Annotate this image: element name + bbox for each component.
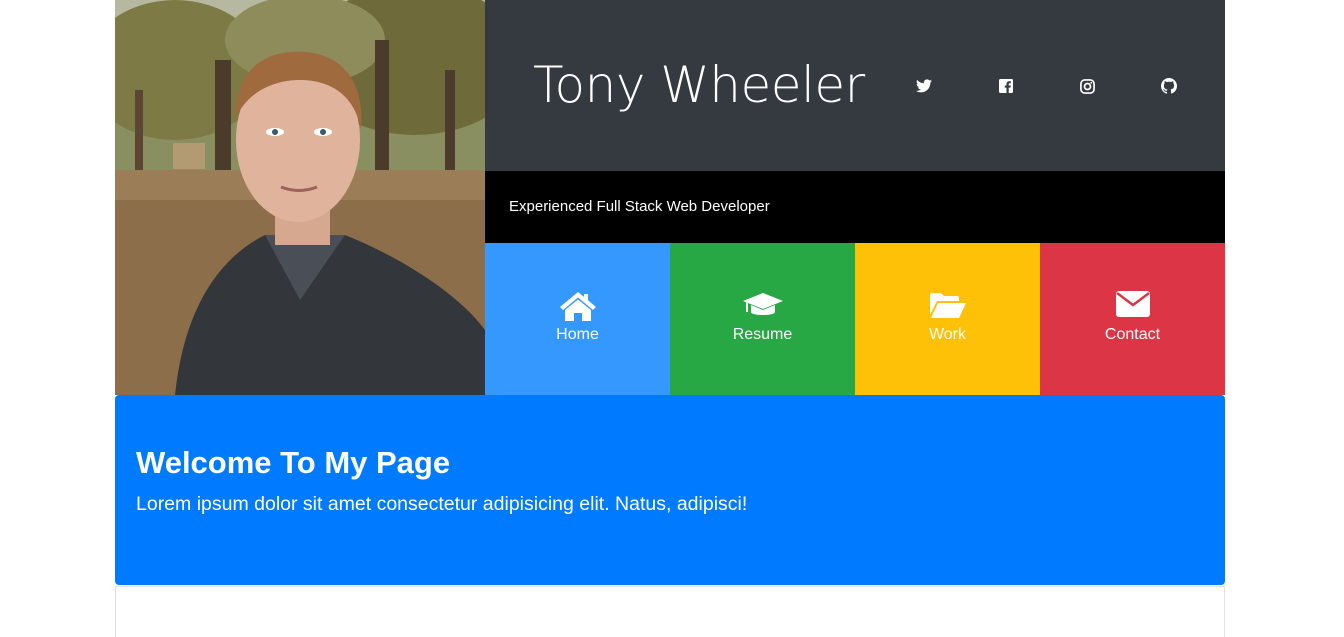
home-icon xyxy=(559,292,596,321)
tagline: Experienced Full Stack Web Developer xyxy=(509,198,770,215)
nav-label-resume: Resume xyxy=(732,326,793,343)
nav-label-contact: Contact xyxy=(1104,326,1161,343)
tagline-bar: Experienced Full Stack Web Developer xyxy=(485,171,1225,243)
github-link[interactable] xyxy=(1159,76,1179,96)
nav-label-home: Home xyxy=(556,326,599,343)
nav-tile-home[interactable]: Home xyxy=(485,243,670,395)
site-title: Tony Wheeler xyxy=(533,56,865,114)
twitter-link[interactable] xyxy=(914,76,934,96)
instagram-link[interactable] xyxy=(1077,76,1097,96)
nav-tile-resume[interactable]: Resume xyxy=(670,243,855,395)
welcome-text: Lorem ipsum dolor sit amet consectetur a… xyxy=(136,493,748,515)
welcome-section: Welcome To My Page Lorem ipsum dolor sit… xyxy=(115,395,1225,585)
github-icon xyxy=(1161,78,1177,94)
graduation-cap-icon xyxy=(742,293,783,315)
envelope-icon xyxy=(1115,291,1150,317)
welcome-heading: Welcome To My Page xyxy=(136,445,451,480)
nav-tile-work[interactable]: Work xyxy=(855,243,1040,395)
site-header: Tony Wheeler xyxy=(485,0,1225,171)
twitter-icon xyxy=(916,79,932,93)
instagram-icon xyxy=(1079,78,1095,94)
facebook-link[interactable] xyxy=(996,76,1016,96)
content-card xyxy=(115,586,1225,637)
facebook-icon xyxy=(999,79,1013,93)
nav-tile-contact[interactable]: Contact xyxy=(1040,243,1225,395)
profile-photo xyxy=(115,0,485,395)
nav-label-work: Work xyxy=(928,326,967,343)
folder-open-icon xyxy=(929,293,966,318)
page-container: Tony Wheeler Experienced Full Stack Web … xyxy=(115,0,1225,637)
